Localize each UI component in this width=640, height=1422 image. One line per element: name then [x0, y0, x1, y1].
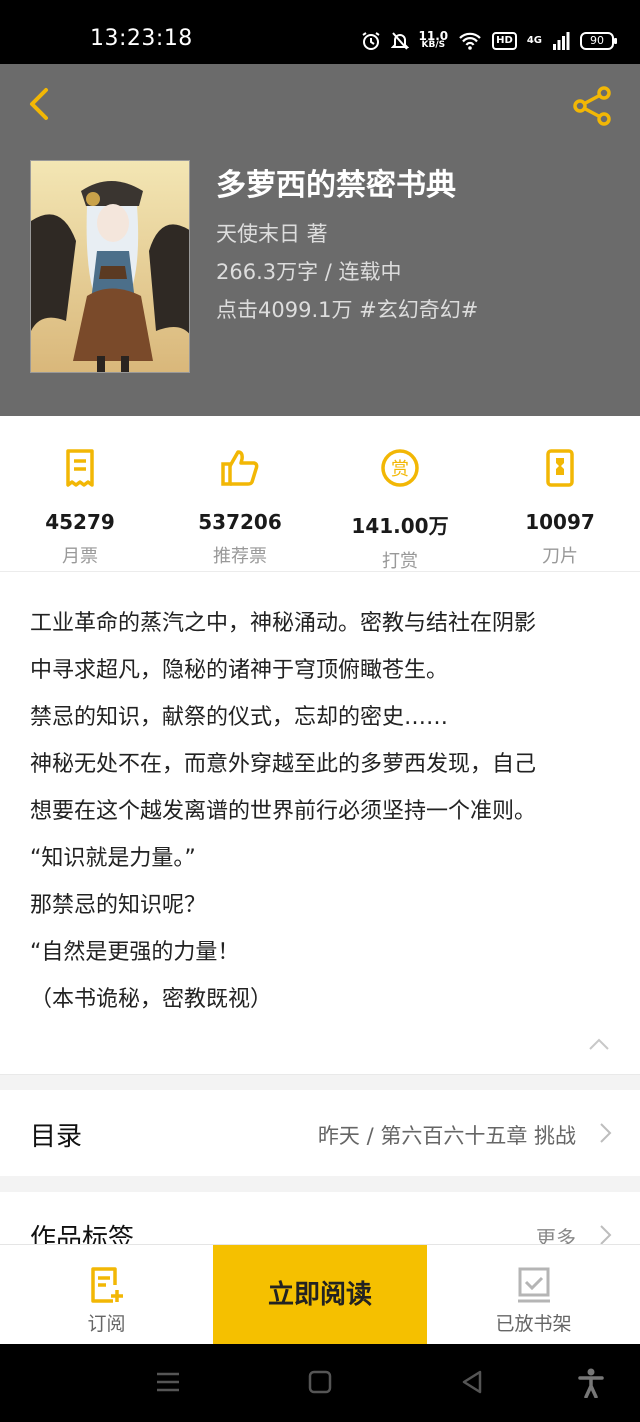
network-type: 4G — [526, 35, 542, 46]
synopsis-line: 工业革命的蒸汽之中，神秘涌动。密教与结社在阴影 — [30, 611, 537, 636]
thumbs-up-icon — [221, 450, 259, 486]
tags-more-link[interactable]: 更多 — [536, 1222, 576, 1244]
chevron-left-icon — [30, 88, 48, 120]
stats-row: 45279 月票 537206 推荐票 赏 141.00万 打赏 10097 刀… — [0, 416, 640, 572]
latest-chapter: 昨天 / 第六百六十五章 挑战 — [317, 1124, 576, 1148]
section-divider — [0, 1176, 640, 1192]
back-button[interactable] — [24, 84, 60, 124]
stat-label: 月票 — [62, 546, 98, 567]
on-shelf-button[interactable]: 已放书架 — [427, 1245, 640, 1345]
status-bar: 13:23:18 11.0 KB/S HD 4G 90 — [0, 0, 640, 64]
blade-icon — [546, 449, 574, 487]
stat-label: 推荐票 — [213, 546, 267, 567]
share-button[interactable] — [570, 84, 614, 128]
stat-label: 刀片 — [542, 546, 578, 567]
net-speed: 11.0 KB/S — [419, 30, 449, 50]
stat-label: 打赏 — [382, 551, 418, 572]
book-cover-illustration — [31, 161, 189, 372]
read-now-button[interactable]: 立即阅读 — [213, 1245, 427, 1345]
wifi-icon — [459, 32, 481, 50]
subscribe-add-icon — [90, 1267, 123, 1303]
section-divider — [0, 1074, 640, 1090]
stat-recommend[interactable]: 537206 推荐票 — [160, 416, 320, 571]
stat-value: 141.00万 — [351, 514, 449, 538]
share-icon — [573, 86, 611, 126]
accessibility-icon[interactable] — [578, 1368, 604, 1398]
synopsis-line: “知识就是力量。” — [30, 846, 196, 871]
stat-value: 45279 — [45, 510, 115, 534]
book-title: 多萝西的禁密书典 — [216, 168, 456, 203]
status-time: 13:23:18 — [90, 26, 193, 51]
book-synopsis: 工业革命的蒸汽之中，神秘涌动。密教与结社在阴影 中寻求超凡，隐秘的诸神于穹顶俯瞰… — [30, 600, 610, 1023]
net-speed-unit: KB/S — [421, 40, 446, 50]
synopsis-line: 想要在这个越发离谱的世界前行必须坚持一个准则。 — [30, 799, 537, 824]
synopsis-line: “自然是更强的力量！ — [30, 940, 240, 965]
back-triangle-icon[interactable] — [460, 1368, 484, 1396]
subscribe-button[interactable]: 订阅 — [0, 1245, 213, 1345]
system-nav-bar — [0, 1344, 640, 1422]
book-author[interactable]: 天使末日 著 — [216, 218, 328, 248]
toc-title: 目录 — [30, 1122, 83, 1152]
status-icons: 11.0 KB/S HD 4G 90 — [361, 26, 617, 56]
synopsis-line: 禁忌的知识，献祭的仪式，忘却的密史…… — [30, 705, 449, 730]
book-word-count: 266.3万字 / 连载中 — [216, 260, 402, 284]
collapse-synopsis-button[interactable] — [588, 1036, 610, 1052]
synopsis-line: （本书诡秘，密教既视） — [30, 987, 273, 1012]
bottom-action-bar: 订阅 立即阅读 已放书架 — [0, 1244, 640, 1345]
on-shelf-label: 已放书架 — [495, 1313, 572, 1335]
mute-bell-icon — [390, 32, 409, 50]
work-tags-row: 作品标签 更多 — [0, 1192, 640, 1244]
chevron-up-icon — [589, 1038, 609, 1050]
stat-monthly-ticket[interactable]: 45279 月票 — [0, 416, 160, 571]
synopsis-line: 那禁忌的知识呢？ — [30, 893, 207, 918]
subscribe-label: 订阅 — [87, 1313, 126, 1335]
menu-icon[interactable] — [156, 1368, 180, 1396]
tags-title: 作品标签 — [30, 1224, 135, 1244]
home-icon[interactable] — [308, 1368, 332, 1396]
svg-text:赏: 赏 — [391, 459, 409, 480]
bookshelf-check-icon — [517, 1267, 550, 1303]
stat-value: 10097 — [525, 510, 595, 534]
alarm-icon — [361, 32, 380, 50]
stat-reward[interactable]: 赏 141.00万 打赏 — [320, 416, 480, 572]
chevron-right-icon — [600, 1123, 612, 1143]
synopsis-line: 神秘无处不在，而意外穿越至此的多萝西发现，自己 — [30, 752, 537, 777]
synopsis-line: 中寻求超凡，隐秘的诸神于穹顶俯瞰苍生。 — [30, 658, 449, 683]
chevron-right-icon — [600, 1225, 612, 1244]
reward-coin-icon: 赏 — [381, 449, 419, 487]
stat-value: 537206 — [198, 510, 282, 534]
battery-indicator: 90 — [580, 32, 617, 50]
signal-icon — [553, 32, 570, 50]
book-clicks-genre: 点击4099.1万 #玄幻奇幻# — [216, 298, 479, 322]
stat-blade[interactable]: 10097 刀片 — [480, 416, 640, 571]
book-header: 多萝西的禁密书典 天使末日 著 266.3万字 / 连载中 点击4099.1万 … — [0, 64, 640, 416]
table-of-contents-row[interactable]: 目录 昨天 / 第六百六十五章 挑战 — [0, 1090, 640, 1176]
monthly-ticket-icon — [66, 449, 94, 487]
hd-badge: HD — [492, 32, 517, 50]
book-cover[interactable] — [30, 160, 190, 373]
